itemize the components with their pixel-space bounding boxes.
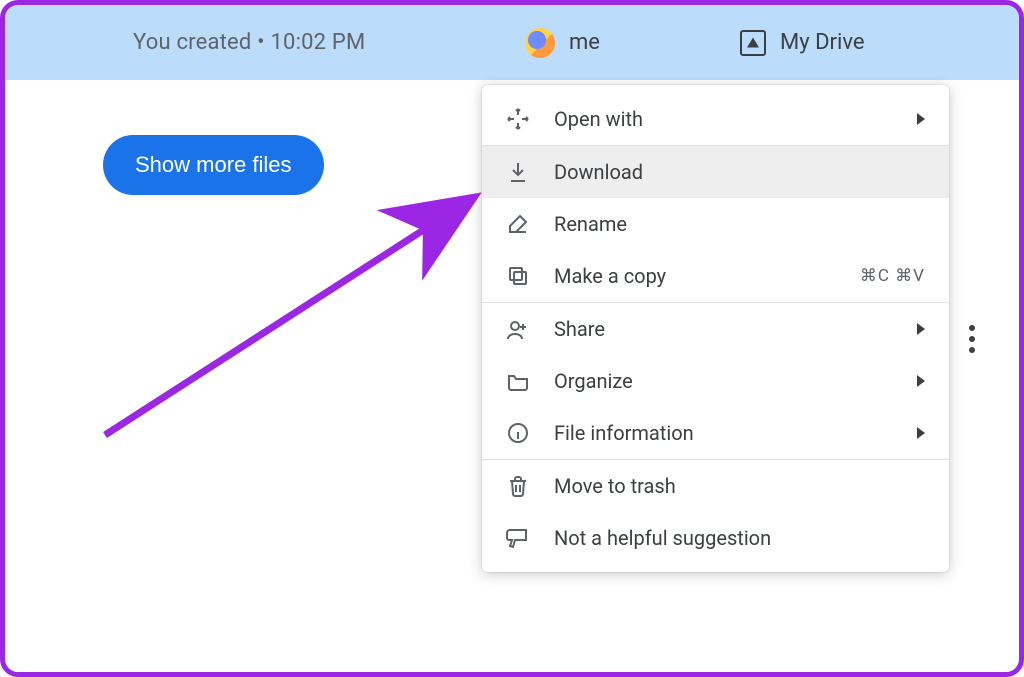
menu-label: File information bbox=[554, 421, 917, 445]
context-menu: Open with Download Rename M bbox=[482, 85, 949, 572]
drive-icon bbox=[740, 30, 766, 56]
menu-file-information[interactable]: File information bbox=[482, 407, 949, 459]
menu-label: Organize bbox=[554, 369, 917, 393]
owner-label: me bbox=[569, 30, 600, 55]
organize-icon bbox=[506, 369, 530, 393]
menu-label: Make a copy bbox=[554, 264, 860, 288]
menu-not-helpful[interactable]: Not a helpful suggestion bbox=[482, 512, 949, 564]
copy-icon bbox=[506, 264, 530, 288]
location-cell[interactable]: My Drive bbox=[740, 30, 865, 56]
info-icon bbox=[506, 421, 530, 445]
menu-label: Move to trash bbox=[554, 474, 925, 498]
avatar bbox=[525, 28, 555, 58]
thumbs-down-icon bbox=[506, 526, 530, 550]
menu-download[interactable]: Download bbox=[482, 146, 949, 198]
chevron-right-icon bbox=[917, 427, 925, 439]
trash-icon bbox=[506, 474, 530, 498]
menu-make-a-copy[interactable]: Make a copy ⌘C ⌘V bbox=[482, 250, 949, 302]
download-icon bbox=[506, 160, 530, 184]
menu-label: Not a helpful suggestion bbox=[554, 526, 925, 550]
menu-organize[interactable]: Organize bbox=[482, 355, 949, 407]
menu-label: Open with bbox=[554, 107, 917, 131]
menu-shortcut: ⌘C ⌘V bbox=[860, 266, 925, 286]
menu-label: Share bbox=[554, 317, 917, 341]
menu-label: Download bbox=[554, 160, 925, 184]
chevron-right-icon bbox=[917, 113, 925, 125]
open-with-icon bbox=[506, 107, 530, 131]
menu-rename[interactable]: Rename bbox=[482, 198, 949, 250]
menu-move-to-trash[interactable]: Move to trash bbox=[482, 460, 949, 512]
annotated-frame: You created • 10:02 PM me My Drive Show … bbox=[0, 0, 1024, 677]
created-text: You created • 10:02 PM bbox=[133, 30, 365, 55]
show-more-files-button[interactable]: Show more files bbox=[103, 135, 324, 195]
location-label: My Drive bbox=[780, 30, 865, 55]
more-options-button[interactable] bbox=[959, 315, 985, 363]
owner-cell[interactable]: me bbox=[525, 28, 600, 58]
rename-icon bbox=[506, 212, 530, 236]
menu-label: Rename bbox=[554, 212, 925, 236]
file-info-bar: You created • 10:02 PM me My Drive bbox=[5, 5, 1019, 80]
chevron-right-icon bbox=[917, 375, 925, 387]
share-icon bbox=[506, 317, 530, 341]
menu-open-with[interactable]: Open with bbox=[482, 93, 949, 145]
chevron-right-icon bbox=[917, 323, 925, 335]
menu-share[interactable]: Share bbox=[482, 303, 949, 355]
